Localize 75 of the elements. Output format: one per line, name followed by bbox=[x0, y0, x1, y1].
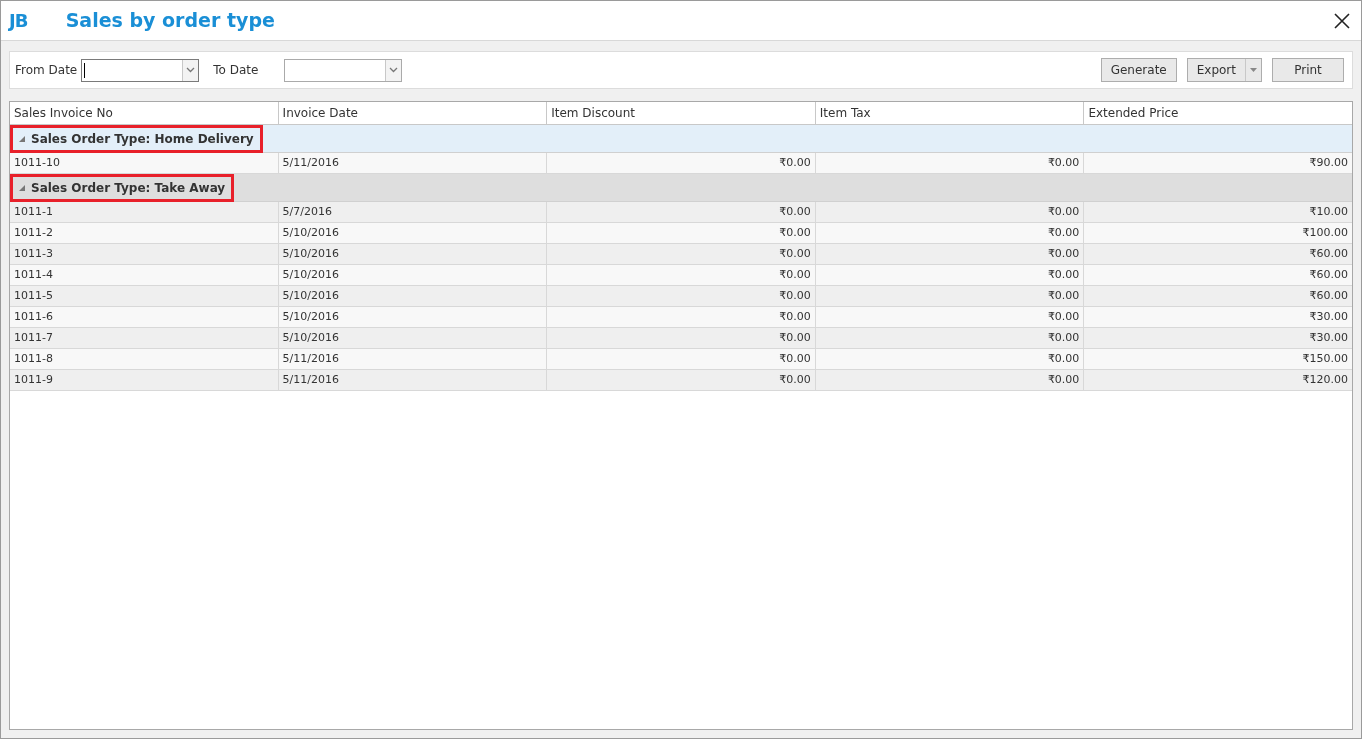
table-cell: 1011-6 bbox=[10, 307, 279, 327]
table-cell-text: ₹90.00 bbox=[1308, 154, 1349, 171]
table-cell: 5/11/2016 bbox=[278, 153, 548, 173]
table-cell: ₹0.00 bbox=[547, 370, 816, 390]
caret-icon bbox=[1250, 68, 1257, 72]
table-cell: ₹0.00 bbox=[815, 307, 1085, 327]
table-cell: 1011-5 bbox=[10, 286, 279, 306]
table-cell: ₹0.00 bbox=[815, 349, 1085, 369]
date-field[interactable] bbox=[81, 58, 200, 82]
chevron-down-icon bbox=[389, 67, 399, 73]
table-cell: ₹0.00 bbox=[815, 265, 1085, 285]
table-cell-text: ₹150.00 bbox=[1301, 350, 1349, 367]
table-cell: 1011-7 bbox=[10, 328, 279, 348]
table-cell: ₹0.00 bbox=[547, 349, 816, 369]
table-cell: 1011-10 bbox=[10, 153, 279, 173]
table-cell: 5/10/2016 bbox=[278, 265, 548, 285]
table-cell: ₹0.00 bbox=[815, 202, 1085, 222]
table-cell: ₹0.00 bbox=[815, 328, 1085, 348]
table-cell: ₹0.00 bbox=[815, 244, 1085, 264]
table-cell: ₹0.00 bbox=[815, 153, 1085, 173]
table-cell: ₹0.00 bbox=[547, 223, 816, 243]
table-cell-text: ₹60.00 bbox=[1308, 287, 1349, 304]
close-icon[interactable] bbox=[1333, 11, 1351, 30]
table-cell: ₹0.00 bbox=[547, 265, 816, 285]
column-header[interactable]: Invoice Date bbox=[278, 102, 548, 124]
table-cell: 1011-4 bbox=[10, 265, 279, 285]
table-cell: ₹0.00 bbox=[815, 286, 1085, 306]
table-cell: ₹0.00 bbox=[547, 328, 816, 348]
table-cell: ₹0.00 bbox=[547, 286, 816, 306]
group-header-label: Sales Order Type: Home Delivery bbox=[31, 130, 254, 148]
column-header[interactable]: Item Discount bbox=[547, 102, 816, 124]
table-cell: ₹0.00 bbox=[547, 307, 816, 327]
table-cell: 1011-3 bbox=[10, 244, 279, 264]
table-cell-text: ₹120.00 bbox=[1301, 371, 1349, 388]
column-header[interactable]: Item Tax bbox=[815, 102, 1085, 124]
field-label: From Date bbox=[15, 62, 78, 79]
table-cell-text: ₹60.00 bbox=[1308, 245, 1349, 262]
table-cell: 5/10/2016 bbox=[278, 307, 548, 327]
table-cell: ₹0.00 bbox=[547, 153, 816, 173]
column-header[interactable]: Extended Price bbox=[1084, 102, 1352, 124]
table-cell: ₹0.00 bbox=[547, 244, 816, 264]
table-cell: ₹0.00 bbox=[815, 370, 1085, 390]
table-cell: 1011-1 bbox=[10, 202, 279, 222]
toolbar-button[interactable]: Generate bbox=[1100, 58, 1177, 82]
group-header-row[interactable]: Sales Order Type: Home Delivery bbox=[10, 125, 1352, 153]
table-cell-text: ₹30.00 bbox=[1308, 329, 1349, 346]
table-cell: 1011-9 bbox=[10, 370, 279, 390]
table-cell-text: ₹100.00 bbox=[1301, 224, 1349, 241]
table-cell-text: ₹10.00 bbox=[1308, 203, 1349, 220]
expanded-triangle-icon[interactable] bbox=[19, 135, 25, 142]
table-cell: 5/10/2016 bbox=[278, 223, 548, 243]
chevron-down-icon bbox=[186, 67, 196, 73]
group-header-row[interactable]: Sales Order Type: Take Away bbox=[10, 174, 1352, 202]
text-cursor bbox=[84, 62, 86, 78]
table-cell: ₹0.00 bbox=[815, 223, 1085, 243]
field-label: To Date bbox=[213, 62, 259, 79]
table-cell: 1011-2 bbox=[10, 223, 279, 243]
logo: JB bbox=[9, 9, 28, 33]
window-title: Sales by order type bbox=[65, 8, 275, 34]
table-cell: 5/11/2016 bbox=[278, 370, 548, 390]
table-cell-text: ₹30.00 bbox=[1308, 308, 1349, 325]
table-cell: 5/10/2016 bbox=[278, 328, 548, 348]
column-header[interactable]: Sales Invoice No bbox=[10, 102, 279, 124]
table-cell: 1011-8 bbox=[10, 349, 279, 369]
table-cell: 5/11/2016 bbox=[278, 349, 548, 369]
table-cell-text: ₹60.00 bbox=[1308, 266, 1349, 283]
export-split-button[interactable]: Export bbox=[1186, 58, 1262, 82]
group-header-label: Sales Order Type: Take Away bbox=[31, 179, 226, 197]
table-cell: 5/10/2016 bbox=[278, 286, 548, 306]
table-cell: ₹0.00 bbox=[547, 202, 816, 222]
toolbar-button[interactable]: Print bbox=[1272, 58, 1344, 82]
date-field[interactable] bbox=[284, 58, 403, 82]
table-cell: 5/10/2016 bbox=[278, 244, 548, 264]
expanded-triangle-icon[interactable] bbox=[19, 184, 25, 191]
table-cell: 5/7/2016 bbox=[278, 202, 548, 222]
